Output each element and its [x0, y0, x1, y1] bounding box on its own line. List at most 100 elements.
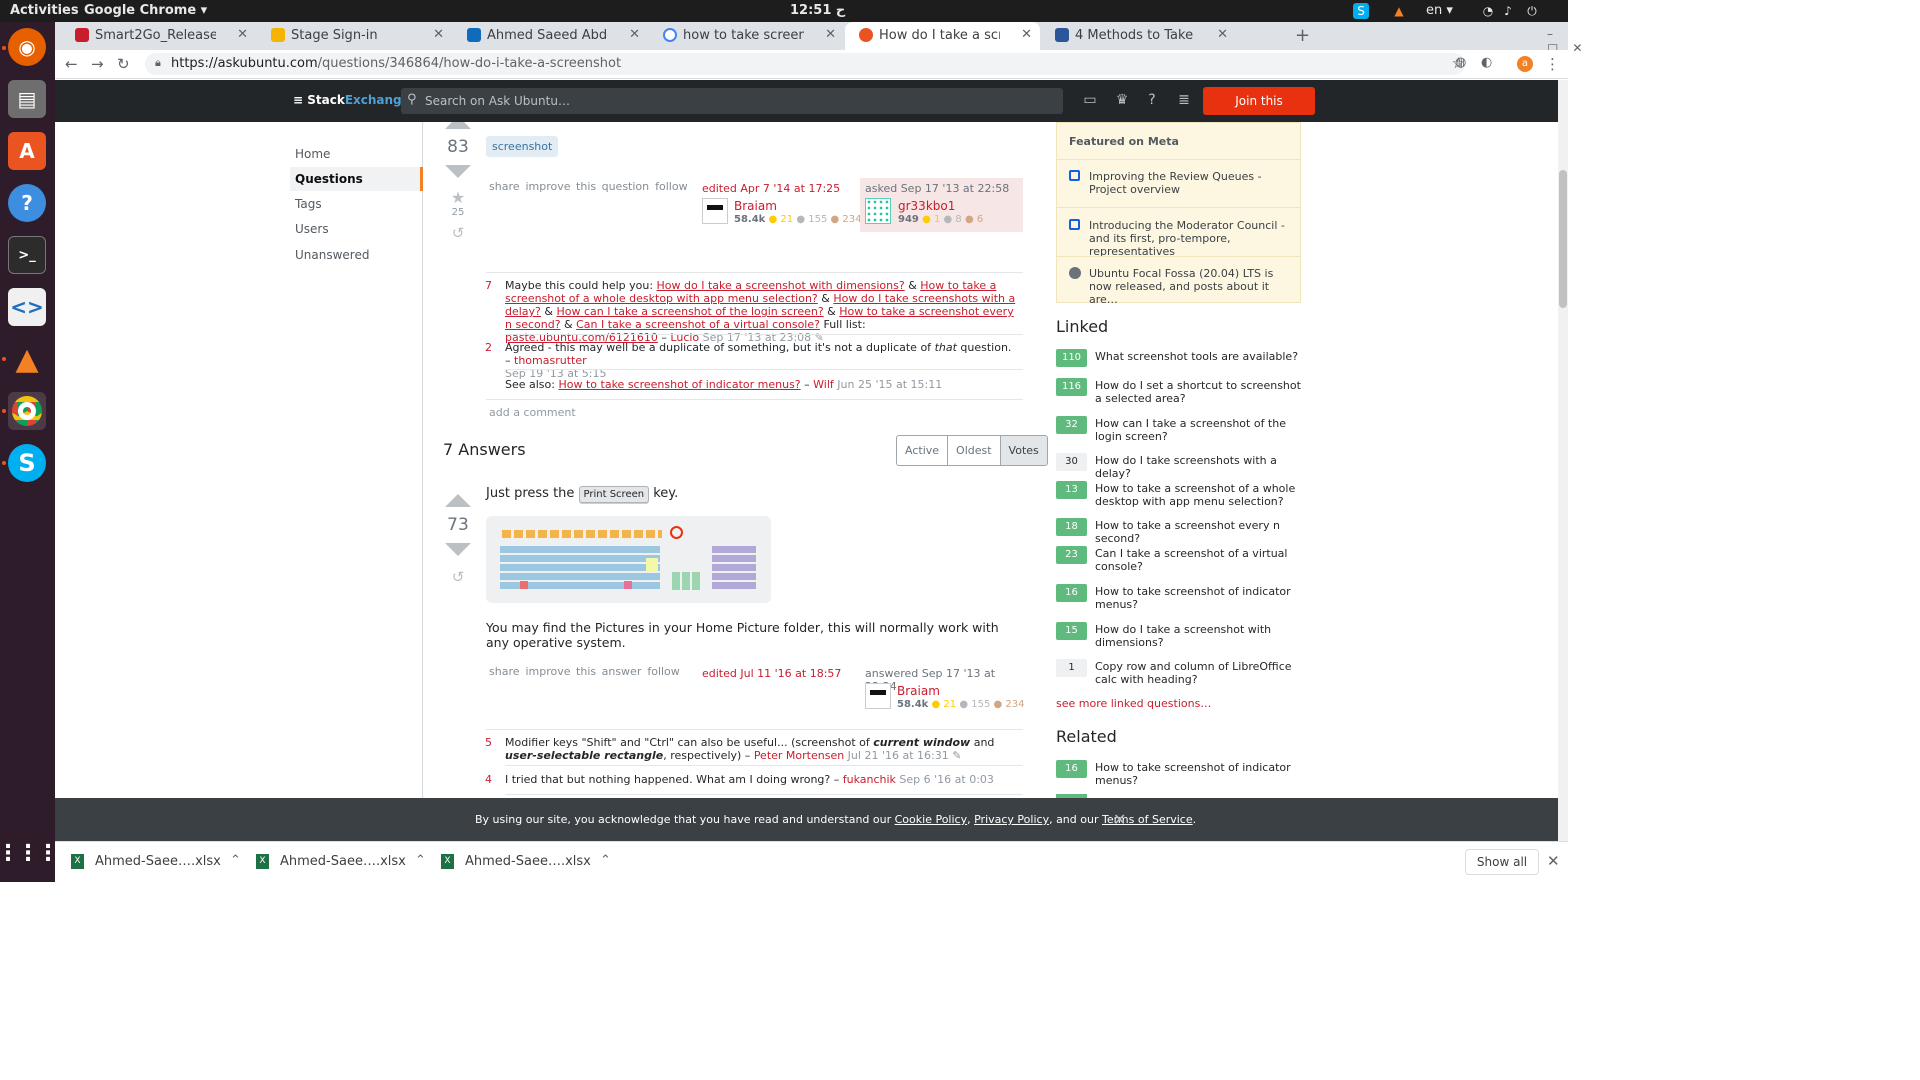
close-tab-icon[interactable]: ✕: [825, 27, 836, 42]
meta-item[interactable]: Introducing the Moderator Council - and …: [1069, 219, 1289, 258]
scrollbar-thumb[interactable]: [1559, 170, 1567, 308]
edited-timestamp[interactable]: edited Jul 11 '16 at 18:57: [702, 667, 841, 680]
back-icon[interactable]: ←: [65, 55, 78, 73]
comment-time[interactable]: Sep 6 '16 at 0:03: [896, 773, 994, 786]
chevron-up-icon[interactable]: ⌃: [230, 853, 241, 868]
nav-home[interactable]: Home: [295, 142, 330, 166]
avatar[interactable]: [865, 683, 891, 709]
app-menu[interactable]: Google Chrome ▾: [84, 3, 207, 18]
avatar[interactable]: [865, 198, 891, 224]
user-link[interactable]: Braiam: [734, 199, 777, 213]
comment-time[interactable]: Jul 21 '16 at 16:31 ✎: [844, 749, 962, 762]
close-downloads-icon[interactable]: ✕: [1547, 852, 1560, 870]
software-center-icon[interactable]: A: [8, 132, 46, 170]
download-item[interactable]: X Ahmed-Saee….xlsx ⌃: [441, 853, 611, 869]
user-link[interactable]: Braiam: [897, 684, 940, 698]
edited-timestamp[interactable]: edited Apr 7 '14 at 17:25: [702, 182, 840, 195]
profile-avatar[interactable]: a: [1517, 56, 1533, 72]
cookie-policy-link[interactable]: Cookie Policy: [895, 813, 967, 826]
volume-icon[interactable]: ♪: [1500, 3, 1516, 19]
show-all-button[interactable]: Show all: [1465, 849, 1539, 875]
nav-unanswered[interactable]: Unanswered: [295, 243, 369, 267]
downvote-button[interactable]: [445, 165, 471, 178]
see-more-linked-link[interactable]: see more linked questions…: [1056, 697, 1211, 710]
user-link[interactable]: gr33kbo1: [898, 199, 955, 213]
language-indicator[interactable]: en ▾: [1426, 3, 1453, 18]
close-banner-icon[interactable]: ✕: [1113, 810, 1126, 829]
vlc-icon[interactable]: ▲: [8, 340, 46, 378]
reload-icon[interactable]: ↻: [117, 55, 130, 73]
download-item[interactable]: X Ahmed-Saee….xlsx ⌃: [71, 853, 241, 869]
achievements-icon[interactable]: ♛: [1113, 92, 1131, 110]
tab[interactable]: Ahmed Saeed Abdelgleel✕: [453, 22, 648, 50]
activities-button[interactable]: Activities: [10, 3, 79, 18]
close-tab-icon[interactable]: ✕: [1021, 27, 1032, 42]
extension-icon[interactable]: ◍: [1455, 55, 1466, 70]
skype-tray-icon[interactable]: S: [1353, 3, 1369, 19]
tab-active[interactable]: How do I take a screensho✕: [845, 22, 1040, 50]
share-link[interactable]: share: [489, 665, 520, 678]
extension-icon[interactable]: ◐: [1481, 55, 1492, 70]
comment-link[interactable]: How do I take a screenshot with dimensio…: [657, 279, 905, 292]
meta-item[interactable]: Ubuntu Focal Fossa (20.04) LTS is now re…: [1069, 267, 1289, 306]
forward-icon[interactable]: →: [91, 55, 104, 73]
upvote-button[interactable]: [445, 494, 471, 507]
chrome-icon[interactable]: [8, 392, 46, 430]
comment-user[interactable]: Peter Mortensen: [754, 749, 844, 762]
avatar[interactable]: [702, 198, 728, 224]
upvote-button[interactable]: [445, 122, 471, 129]
wifi-icon[interactable]: ◔: [1480, 3, 1496, 19]
skype-icon[interactable]: S: [8, 444, 46, 482]
tab[interactable]: Stage Sign-in ✕: [257, 22, 452, 50]
page-scrollbar[interactable]: [1558, 80, 1568, 841]
privacy-policy-link[interactable]: Privacy Policy: [974, 813, 1049, 826]
close-tab-icon[interactable]: ✕: [1217, 27, 1228, 42]
site-search-input[interactable]: ⚲ Search on Ask Ubuntu…: [401, 88, 1063, 114]
vlc-tray-icon[interactable]: ▲: [1391, 3, 1407, 19]
join-community-button[interactable]: Join this community: [1203, 87, 1315, 136]
nav-users[interactable]: Users: [295, 217, 329, 241]
chevron-up-icon[interactable]: ⌃: [600, 853, 611, 868]
firefox-icon[interactable]: ◉: [8, 28, 46, 66]
download-item[interactable]: X Ahmed-Saee….xlsx ⌃: [256, 853, 426, 869]
help-icon[interactable]: ?: [1143, 92, 1161, 110]
address-bar[interactable]: 🔒︎ https://askubuntu.com/questions/34686…: [145, 53, 1465, 75]
follow-link[interactable]: follow: [655, 180, 687, 193]
downvote-button[interactable]: [445, 543, 471, 556]
code-editor-icon[interactable]: <>: [8, 288, 46, 326]
tab[interactable]: how to take screenshot o✕: [649, 22, 844, 50]
new-tab-button[interactable]: +: [1295, 25, 1310, 46]
site-switcher-icon[interactable]: ≣: [1175, 92, 1193, 110]
sort-votes-tab[interactable]: Votes: [1000, 436, 1047, 465]
comment-user[interactable]: fukanchik: [843, 773, 896, 786]
add-comment-link[interactable]: add a comment: [489, 406, 576, 419]
close-tab-icon[interactable]: ✕: [433, 27, 444, 42]
comment-user[interactable]: thomasrutter: [514, 354, 587, 367]
stackexchange-logo[interactable]: ≡ StackExchange: [293, 93, 410, 107]
follow-link[interactable]: follow: [647, 665, 679, 678]
improve-question-link[interactable]: improve this question: [526, 180, 650, 193]
comment-link[interactable]: How to take screenshot of indicator menu…: [558, 378, 800, 391]
close-tab-icon[interactable]: ✕: [237, 27, 248, 42]
chrome-menu-icon[interactable]: ⋮: [1545, 55, 1560, 73]
power-icon[interactable]: ⏻: [1524, 3, 1540, 19]
show-apps-icon[interactable]: ⋮⋮⋮: [0, 834, 59, 872]
close-tab-icon[interactable]: ✕: [629, 27, 640, 42]
meta-item[interactable]: Improving the Review Queues - Project ov…: [1069, 170, 1289, 196]
tab[interactable]: 4 Methods to Take Screen✕: [1041, 22, 1236, 50]
comment-link[interactable]: How can I take a screenshot of the login…: [556, 305, 823, 318]
tag-screenshot[interactable]: screenshot: [486, 136, 559, 157]
tab[interactable]: Smart2Go_ReleasePlan#1✕: [61, 22, 256, 50]
improve-answer-link[interactable]: improve this answer: [526, 665, 642, 678]
terminal-icon[interactable]: >_: [8, 236, 46, 274]
clock[interactable]: 12:51 ح: [790, 3, 845, 18]
share-link[interactable]: share: [489, 180, 520, 193]
files-icon[interactable]: ▤: [8, 80, 46, 118]
sort-oldest-tab[interactable]: Oldest: [948, 436, 1001, 465]
history-icon[interactable]: ↺: [438, 224, 478, 242]
nav-tags[interactable]: Tags: [295, 192, 322, 216]
comment-time[interactable]: Jun 25 '15 at 15:11: [834, 378, 942, 391]
inbox-icon[interactable]: ▭: [1081, 92, 1099, 110]
comment-link[interactable]: Can I take a screenshot of a virtual con…: [576, 318, 820, 331]
help-icon[interactable]: ?: [8, 184, 46, 222]
